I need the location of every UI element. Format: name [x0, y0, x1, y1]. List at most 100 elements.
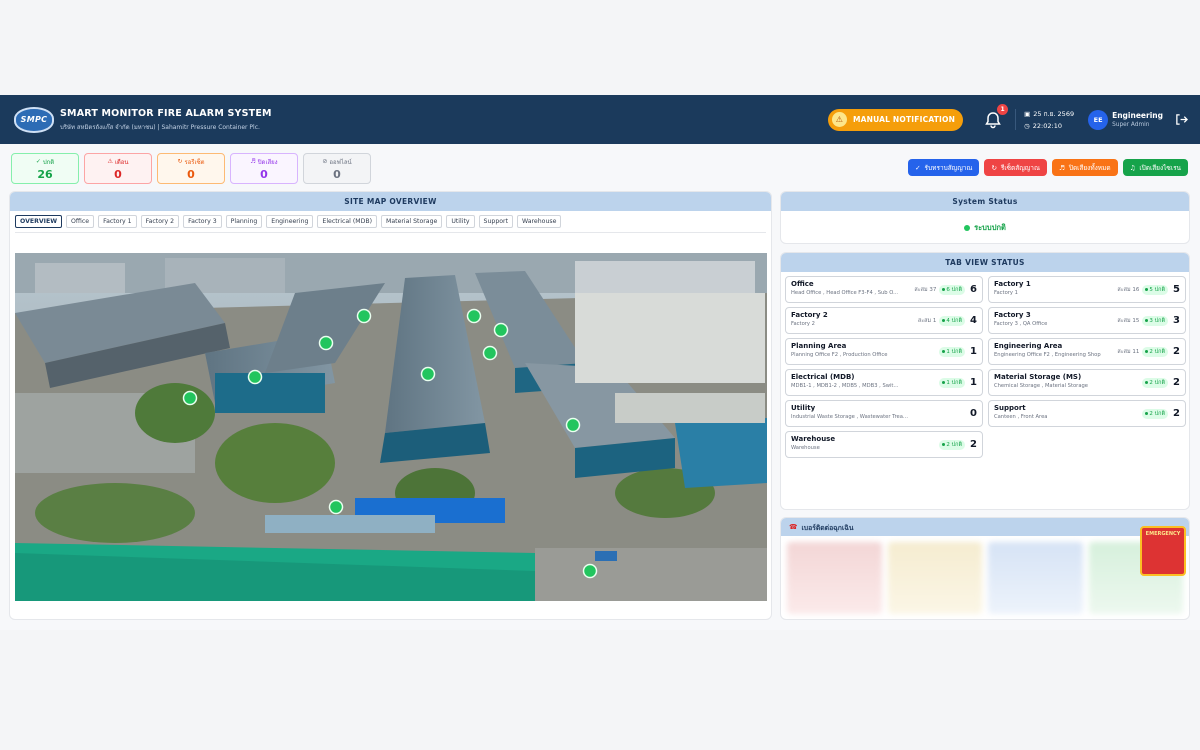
zone-locations: Factory 3 , QA Office	[994, 321, 1048, 327]
acknowledge-button[interactable]: ✓ รับทราบสัญญาณ	[908, 159, 980, 176]
warning-icon: ⚠	[107, 158, 113, 165]
logout-icon[interactable]	[1175, 113, 1188, 126]
unmute-siren-button[interactable]: ♫ เปิดเสียงไซเรน	[1122, 159, 1188, 176]
zone-normal-badge: 2 ปกติ	[1142, 346, 1169, 357]
tab-engineering[interactable]: Engineering	[266, 215, 314, 228]
mute-all-button[interactable]: ♬ ปิดเสียงทั้งหมด	[1051, 159, 1118, 176]
zone-total: 1	[970, 346, 977, 357]
zone-card[interactable]: Engineering Area Engineering Office F2 , …	[988, 338, 1186, 365]
contact-card[interactable]	[787, 542, 882, 614]
zone-accumulated: สะสม 15	[1117, 317, 1140, 324]
tab-support[interactable]: Support	[478, 215, 514, 228]
date-text: 25 ก.ย. 2569	[1033, 110, 1075, 118]
check-circle-icon: ✓	[35, 158, 41, 165]
counter-awaiting-reset[interactable]: ↻ รอรีเซ็ต 0	[157, 153, 225, 184]
zone-normal-text: 6 ปกติ	[946, 286, 963, 293]
zone-stats: 0	[968, 401, 977, 426]
sensor-marker[interactable]	[328, 499, 344, 515]
speaker-icon: ♫	[1129, 163, 1136, 172]
tab-factory-3[interactable]: Factory 3	[183, 215, 222, 228]
zone-locations: Warehouse	[791, 445, 820, 451]
counter-label: ปกติ	[42, 158, 55, 166]
zone-normal-badge: 2 ปกติ	[1142, 408, 1169, 419]
zone-card[interactable]: Material Storage (MS) Chemical Storage , …	[988, 369, 1186, 396]
zone-normal-text: 3 ปกติ	[1149, 317, 1166, 324]
zone-card[interactable]: Factory 1 Factory 1 สะสม 16 5 ปกติ 5	[988, 276, 1186, 303]
zone-total: 2	[1173, 408, 1180, 419]
sensor-marker[interactable]	[493, 322, 509, 338]
zone-locations: Factory 1	[994, 290, 1018, 296]
wifi-off-icon: ⊘	[322, 158, 328, 165]
zone-normal-badge: 3 ปกติ	[1142, 315, 1169, 326]
counter-warning[interactable]: ⚠ เตือน 0	[84, 153, 152, 184]
zone-accumulated: สะสม 11	[1117, 348, 1140, 355]
logo-text: SMPC	[20, 115, 48, 124]
sensor-marker[interactable]	[356, 308, 372, 324]
zone-card[interactable]: Planning Area Planning Office F2 , Produc…	[785, 338, 983, 365]
zone-name: Utility	[791, 404, 816, 412]
sensor-marker[interactable]	[318, 335, 334, 351]
avatar[interactable]: EE	[1088, 109, 1109, 130]
system-status-value: ระบบปกติ	[781, 211, 1189, 243]
sensor-marker[interactable]	[582, 563, 598, 579]
tab-material-storage[interactable]: Material Storage	[381, 215, 443, 228]
notification-bell[interactable]: 1	[983, 103, 1009, 130]
counter-offline[interactable]: ⊘ ออฟไลน์ 0	[303, 153, 371, 184]
manual-notification-button[interactable]: ⚠ MANUAL NOTIFICATION	[827, 108, 964, 131]
tab-factory-1[interactable]: Factory 1	[98, 215, 137, 228]
zone-card[interactable]: Support Canteen , Front Area 2 ปกติ 2	[988, 400, 1186, 427]
zone-normal-text: 2 ปกติ	[1149, 379, 1166, 386]
datetime: ▣ 25 ก.ย. 2569 ◷ 22:02:10	[1015, 109, 1074, 130]
contact-card[interactable]	[988, 542, 1083, 614]
sensor-marker[interactable]	[466, 308, 482, 324]
sensor-marker[interactable]	[182, 390, 198, 406]
tab-overview[interactable]: OVERVIEW	[15, 215, 63, 228]
zone-stats: 2 ปกติ 2	[1142, 370, 1180, 395]
status-dot-icon	[1145, 412, 1149, 415]
sensor-marker[interactable]	[247, 369, 263, 385]
status-dot-icon	[1145, 381, 1149, 384]
tab-office[interactable]: Office	[66, 215, 95, 228]
zone-normal-badge: 2 ปกติ	[1142, 377, 1169, 388]
zone-normal-badge: 2 ปกติ	[939, 439, 966, 450]
tab-planning[interactable]: Planning	[225, 215, 263, 228]
zone-card[interactable]: Office Head Office , Head Office F3-F4 , …	[785, 276, 983, 303]
zone-card[interactable]: Utility Industrial Waste Storage , Wastew…	[785, 400, 983, 427]
emergency-badge-text: EMERGENCY	[1145, 531, 1181, 537]
zone-normal-text: 2 ปกติ	[946, 441, 963, 448]
tab-factory-2[interactable]: Factory 2	[140, 215, 180, 228]
sensor-marker[interactable]	[482, 345, 498, 361]
zone-normal-badge: 6 ปกติ	[939, 284, 966, 295]
sensor-marker[interactable]	[420, 366, 436, 382]
zone-locations: Head Office , Head Office F3-F4 , Sub O.…	[791, 290, 899, 296]
counter-label: ออฟไลน์	[329, 158, 352, 166]
zone-total: 5	[1173, 284, 1180, 295]
tab-electrical[interactable]: Electrical (MDB)	[317, 215, 378, 228]
site-map-title: SITE MAP OVERVIEW	[10, 192, 771, 211]
reset-button[interactable]: ↻ รีเซ็ตสัญญาณ	[984, 159, 1047, 176]
tab-warehouse[interactable]: Warehouse	[517, 215, 562, 228]
zone-stats: สะสม 1 4 ปกติ 4	[918, 308, 977, 333]
speaker-mute-icon: ♬	[250, 158, 256, 165]
contact-card[interactable]	[887, 542, 982, 614]
check-icon: ✓	[915, 163, 921, 172]
counter-muted[interactable]: ♬ ปิดเสียง 0	[230, 153, 298, 184]
sensor-marker[interactable]	[565, 417, 581, 433]
calendar-icon: ▣	[1024, 110, 1031, 118]
company-name: บริษัท สหมิตรถังแก๊ส จำกัด (มหาชน) | Sah…	[60, 123, 260, 131]
zone-card[interactable]: Factory 2 Factory 2 สะสม 14 ปกติ 4	[785, 307, 983, 334]
zone-card[interactable]: Electrical (MDB) MDB1-1 , MDB1-2 , MDB5 ,…	[785, 369, 983, 396]
status-dot-icon	[942, 443, 946, 446]
counter-label: เตือน	[114, 158, 129, 166]
zone-card[interactable]: Factory 3 Factory 3 , QA Office สะสม 15 3 ป…	[988, 307, 1186, 334]
counter-normal[interactable]: ✓ ปกติ 26	[11, 153, 79, 184]
tab-utility[interactable]: Utility	[446, 215, 475, 228]
zone-card[interactable]: Warehouse Warehouse 2 ปกติ 2	[785, 431, 983, 458]
zone-normal-text: 1 ปกติ	[946, 379, 963, 386]
emergency-badge: EMERGENCY	[1140, 526, 1186, 576]
zone-stats: 1 ปกติ 1	[939, 370, 977, 395]
status-dot-icon	[942, 350, 946, 353]
counter-value: 0	[187, 167, 195, 181]
site-map-tabs: OVERVIEW Office Factory 1 Factory 2 Fact…	[10, 211, 771, 232]
zone-stats: สะสม 15 3 ปกติ 3	[1117, 308, 1180, 333]
